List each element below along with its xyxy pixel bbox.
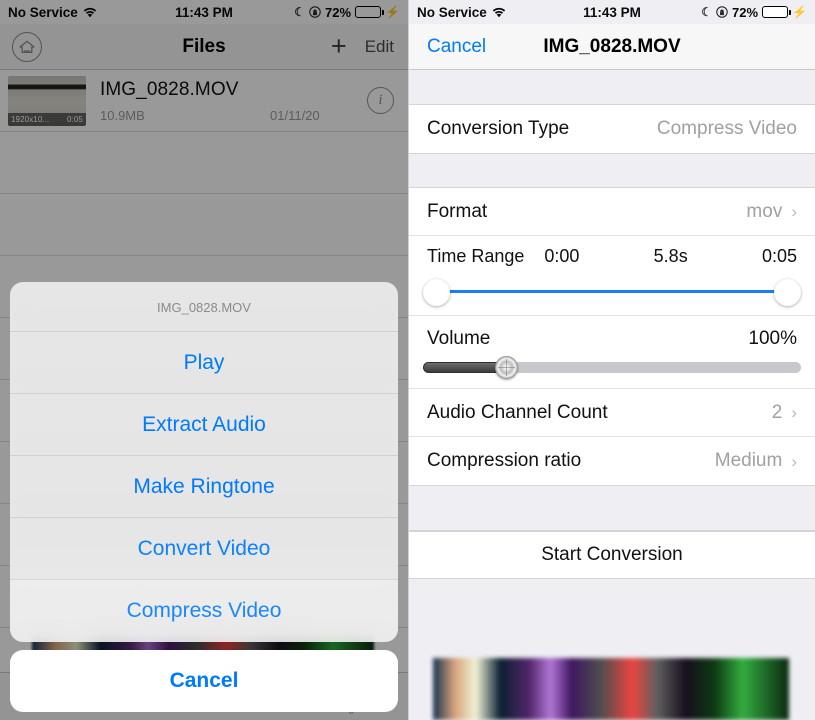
- battery-percent-label: 72%: [732, 4, 759, 20]
- start-conversion-button[interactable]: Start Conversion: [409, 531, 815, 579]
- right-phone-screen: No Service 11:43 PM ☾ 72% ⚡ Cancel IMG_0…: [408, 0, 815, 720]
- time-range-header: Time Range 0:00 5.8s 0:05: [409, 236, 815, 271]
- battery-icon: [762, 6, 791, 18]
- section-gap: [409, 70, 815, 105]
- time-range-duration: 5.8s: [653, 246, 688, 266]
- lightning-bolt-icon: ⚡: [792, 5, 807, 19]
- row-value: Medium ›: [715, 450, 797, 472]
- volume-slider[interactable]: [423, 352, 801, 382]
- conversion-type-section: Conversion Type Compress Video: [409, 105, 815, 153]
- audio-channel-value: 2: [771, 401, 783, 423]
- volume-slider-handle[interactable]: [495, 356, 519, 379]
- format-value: mov: [746, 200, 783, 222]
- left-phone-screen: No Service 11:43 PM ☾ 72% ⚡ Files + Edit…: [0, 0, 408, 720]
- action-sheet-title: IMG_0828.MOV: [10, 282, 398, 332]
- time-range-start: 0:00: [544, 246, 580, 266]
- volume-track-fill: [423, 362, 507, 373]
- action-sheet-item-extract-audio[interactable]: Extract Audio: [10, 394, 398, 456]
- row-label: Conversion Type: [427, 118, 570, 139]
- time-range-track-fill: [447, 290, 777, 293]
- status-bar-right: No Service 11:43 PM ☾ 72% ⚡: [409, 0, 815, 24]
- row-audio-channel-count[interactable]: Audio Channel Count 2 ›: [409, 389, 815, 437]
- action-sheet-item-convert-video[interactable]: Convert Video: [10, 518, 398, 580]
- rotation-lock-icon: [716, 6, 728, 18]
- action-sheet-group: IMG_0828.MOV Play Extract Audio Make Rin…: [10, 282, 398, 642]
- status-bar-right-group: ☾ 72% ⚡: [701, 5, 807, 20]
- moon-icon: ☾: [701, 5, 713, 19]
- time-range-right-handle[interactable]: [774, 279, 801, 306]
- chevron-right-icon: ›: [791, 451, 797, 471]
- row-label: Time Range: [427, 246, 525, 266]
- chevron-right-icon: ›: [791, 403, 797, 422]
- time-range-end: 0:05: [761, 246, 797, 266]
- conversion-nav-bar: Cancel IMG_0828.MOV: [409, 24, 815, 70]
- status-bar-left-group: No Service: [417, 5, 506, 20]
- dual-screenshot-container: No Service 11:43 PM ☾ 72% ⚡ Files + Edit…: [0, 0, 815, 720]
- row-volume: Volume 100%: [409, 316, 815, 389]
- row-compression-ratio[interactable]: Compression ratio Medium ›: [409, 437, 815, 485]
- carrier-label: No Service: [417, 4, 487, 20]
- row-label: Format: [427, 200, 488, 222]
- wifi-icon: [492, 7, 506, 18]
- row-label: Compression ratio: [427, 450, 582, 471]
- action-sheet: IMG_0828.MOV Play Extract Audio Make Rin…: [10, 282, 398, 712]
- volume-value: 100%: [748, 328, 797, 349]
- compression-ratio-value: Medium: [714, 450, 783, 471]
- chevron-right-icon: ›: [791, 202, 797, 221]
- row-conversion-type[interactable]: Conversion Type Compress Video: [409, 105, 815, 153]
- row-value: Compress Video: [656, 118, 797, 139]
- row-value: mov ›: [746, 201, 797, 223]
- section-gap: [409, 485, 815, 531]
- cancel-button[interactable]: Cancel: [427, 36, 486, 58]
- row-format[interactable]: Format mov ›: [409, 188, 815, 236]
- section-gap: [409, 153, 815, 188]
- time-range-left-handle[interactable]: [423, 279, 450, 306]
- row-time-range: Time Range 0:00 5.8s 0:05: [409, 236, 815, 316]
- action-sheet-item-make-ringtone[interactable]: Make Ringtone: [10, 456, 398, 518]
- row-label: Volume: [427, 328, 491, 349]
- action-sheet-item-play[interactable]: Play: [10, 332, 398, 394]
- time-range-slider[interactable]: [423, 271, 801, 311]
- action-sheet-cancel-button[interactable]: Cancel: [10, 650, 398, 712]
- conversion-settings-body: Conversion Type Compress Video Format mo…: [409, 70, 815, 720]
- volume-header: Volume 100%: [409, 316, 815, 352]
- ad-banner-right[interactable]: [433, 658, 789, 720]
- row-value: 2 ›: [772, 402, 797, 424]
- action-sheet-item-compress-video[interactable]: Compress Video: [10, 580, 398, 642]
- conversion-options-section: Format mov › Time Range 0:00 5.8s 0:05 V…: [409, 188, 815, 485]
- row-label: Audio Channel Count: [427, 401, 608, 423]
